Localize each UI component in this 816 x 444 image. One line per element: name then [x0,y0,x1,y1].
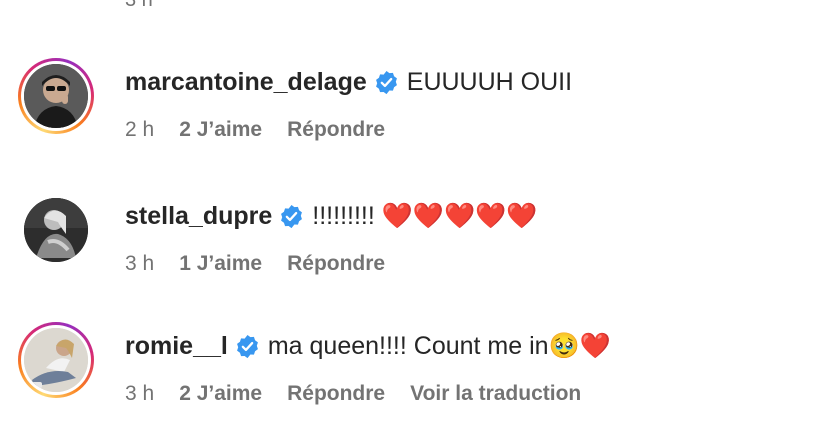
avatar [24,198,88,262]
comment-time[interactable]: 3 h [125,382,154,406]
comment-item: romie__l ma queen!!!! Count me in🥹❤️ 3 h… [0,322,816,432]
comment-text: EUUUUH OUII [406,67,573,96]
avatar-story-ring[interactable] [18,322,94,398]
comment-username[interactable]: romie__l [125,332,228,361]
comment-time[interactable]: 2 h [125,118,154,142]
verified-badge-icon [281,204,303,228]
avatar-story-ring[interactable] [18,58,94,134]
comment-time[interactable]: 3 h [125,252,154,276]
avatar [24,328,88,392]
comment-text: !!!!!!!!! ❤️❤️❤️❤️❤️ [312,201,538,230]
reply-button[interactable]: Répondre [287,382,385,406]
comment-likes[interactable]: 1 J’aime [179,252,262,276]
comment-username[interactable]: marcantoine_delage [125,68,367,97]
reply-button[interactable]: Répondre [287,118,385,142]
reply-button[interactable]: Répondre [287,252,385,276]
comment-likes[interactable]: 2 J’aime [179,382,262,406]
translate-button[interactable]: Voir la traduction [410,382,581,406]
comment-text: ma queen!!!! Count me in🥹❤️ [267,331,611,360]
previous-comment-time: 3 h [125,0,153,11]
comment-item: marcantoine_delage EUUUUH OUII 2 h 2 J’a… [0,58,816,168]
comment-username[interactable]: stella_dupre [125,202,272,231]
verified-badge-icon [375,70,397,94]
comment-likes[interactable]: 2 J’aime [179,118,262,142]
verified-badge-icon [236,334,258,358]
avatar [24,64,88,128]
comment-item: stella_dupre !!!!!!!!! ❤️❤️❤️❤️❤️ 3 h 1 … [0,192,816,302]
avatar-wrap[interactable] [18,192,94,268]
